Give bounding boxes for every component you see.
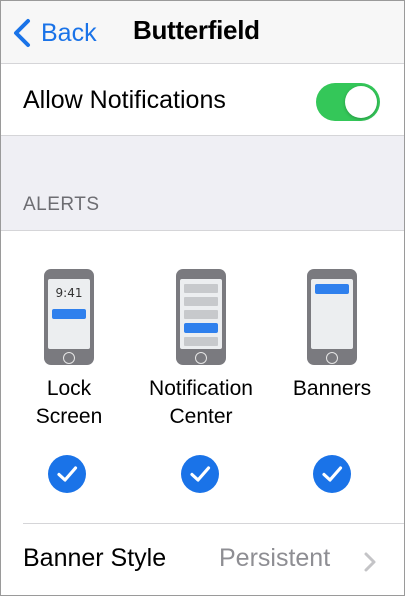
navigation-bar: Back Butterfield xyxy=(1,1,404,63)
allow-notifications-toggle[interactable] xyxy=(316,83,380,121)
banners-label-line1: Banners xyxy=(292,377,372,400)
lock-screen-time: 9:41 xyxy=(55,286,83,300)
chevron-right-icon xyxy=(364,552,376,572)
back-button[interactable]: Back xyxy=(11,13,97,53)
notification-center-label-line1: Notification xyxy=(149,377,253,400)
banners-checkbox[interactable] xyxy=(313,455,351,493)
lock-screen-label-line2: Screen xyxy=(35,405,103,428)
lock-screen-checkbox[interactable] xyxy=(48,455,86,493)
lock-screen-phone-icon: 9:41 xyxy=(44,269,94,365)
lock-screen-label-line1: Lock xyxy=(46,377,92,400)
toggle-knob xyxy=(345,86,377,118)
checkmark-icon xyxy=(322,466,343,482)
page-title: Butterfield xyxy=(133,15,260,45)
chevron-left-icon xyxy=(14,19,30,47)
notification-center-phone-icon xyxy=(176,269,226,365)
banner-style-row[interactable]: Banner Style Persistent xyxy=(1,524,404,595)
banner-style-value: Persistent xyxy=(219,544,331,572)
checkmark-icon xyxy=(190,466,211,482)
notification-center-checkbox[interactable] xyxy=(181,455,219,493)
checkmark-icon xyxy=(57,466,78,482)
banner-style-label: Banner Style xyxy=(23,544,167,572)
alerts-section-header: ALERTS xyxy=(23,194,100,215)
banners-phone-icon xyxy=(307,269,357,365)
divider xyxy=(1,230,404,231)
back-label: Back xyxy=(41,18,97,47)
settings-screen: Back Butterfield Allow Notifications ALE… xyxy=(0,0,405,596)
notification-center-label-line2: Center xyxy=(169,405,233,428)
allow-notifications-label: Allow Notifications xyxy=(23,86,226,114)
divider xyxy=(1,63,404,64)
